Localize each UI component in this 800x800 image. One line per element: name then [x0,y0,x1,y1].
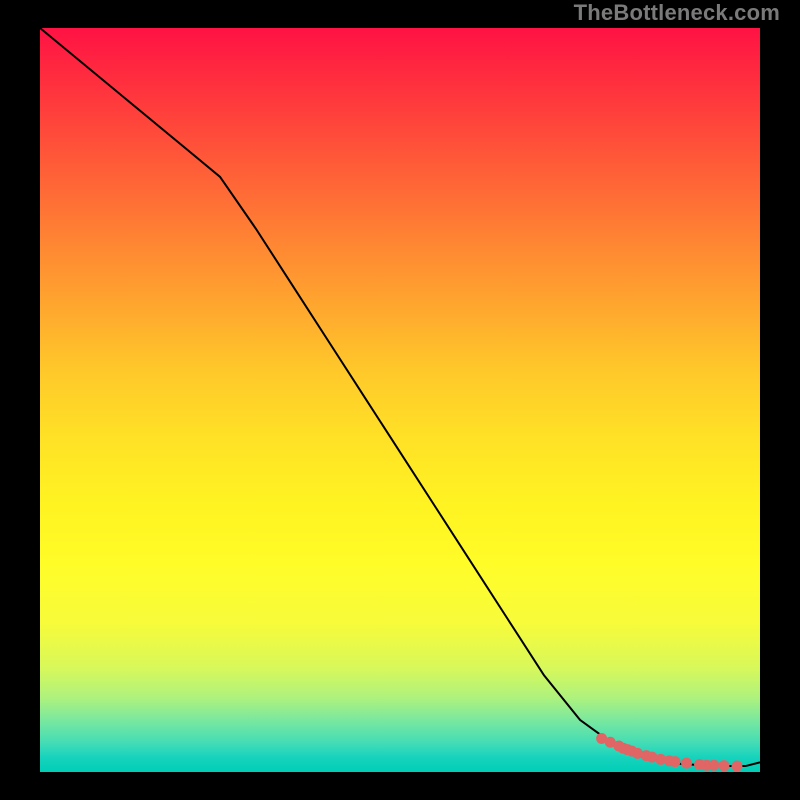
curve-markers [596,733,742,772]
curve-marker [681,758,692,769]
chart-frame: TheBottleneck.com [0,0,800,800]
plot-area [40,28,760,772]
bottleneck-curve [40,28,760,766]
curve-marker [670,756,681,767]
curve-marker [719,760,730,771]
curve-marker [708,760,719,771]
chart-overlay [40,28,760,772]
curve-marker [731,761,742,772]
watermark-text: TheBottleneck.com [574,0,780,26]
